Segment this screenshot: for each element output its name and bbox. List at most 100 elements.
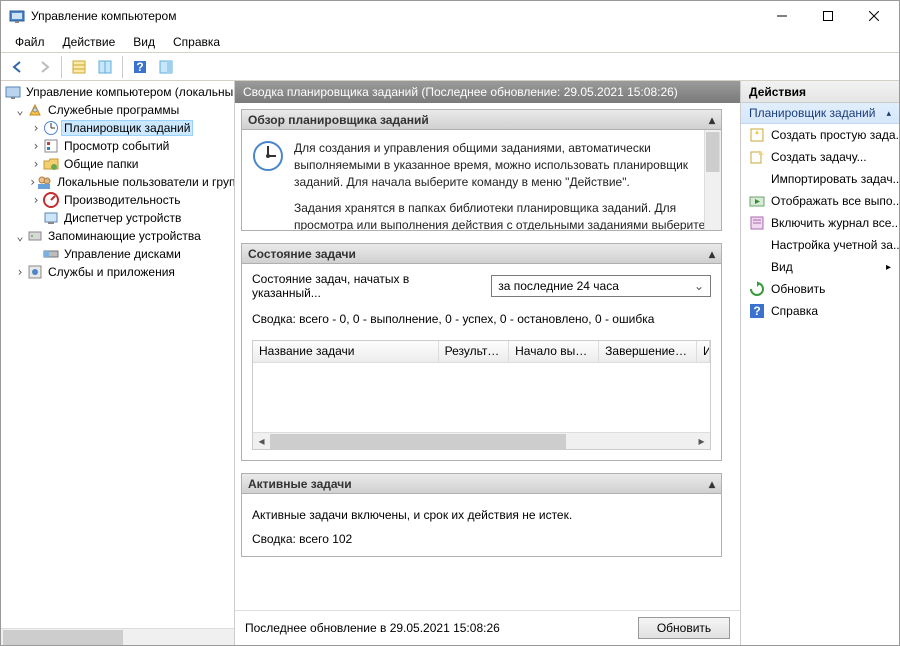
collapse-icon[interactable]: ▴ — [709, 477, 715, 491]
action-create-task[interactable]: Создать задачу... — [741, 146, 899, 168]
status-period-select[interactable]: за последние 24 часа ⌄ — [491, 275, 711, 297]
twisty-expanded-icon[interactable]: ⌄ — [13, 229, 27, 243]
scroll-right-icon[interactable]: ▸ — [693, 434, 710, 449]
tree-scheduler[interactable]: › Планировщик заданий — [1, 119, 234, 137]
action-refresh[interactable]: Обновить — [741, 278, 899, 300]
view-icon — [749, 259, 765, 275]
twisty-expanded-icon[interactable]: ⌄ — [13, 103, 27, 117]
col-end[interactable]: Завершение в... — [599, 341, 697, 362]
action-show-running[interactable]: Отображать все выпо... — [741, 190, 899, 212]
overview-vscrollbar[interactable] — [704, 130, 721, 230]
svg-text:?: ? — [753, 304, 760, 318]
tb-back-icon[interactable] — [7, 56, 29, 78]
tree-utilities[interactable]: ⌄ Служебные программы — [1, 101, 234, 119]
twisty-collapsed-icon[interactable]: › — [29, 157, 43, 171]
overview-panel-header[interactable]: Обзор планировщика заданий ▴ — [242, 110, 721, 130]
menu-view[interactable]: Вид — [125, 33, 163, 51]
overview-panel: Обзор планировщика заданий ▴ Для создани… — [241, 109, 722, 231]
refresh-button[interactable]: Обновить — [638, 617, 730, 639]
chevron-down-icon: ⌄ — [694, 279, 704, 293]
scroll-left-icon[interactable]: ◂ — [253, 434, 270, 449]
action-enable-history[interactable]: Включить журнал все... — [741, 212, 899, 234]
new-task-icon — [749, 149, 765, 165]
table-header: Название задачи Результат... Начало выпо… — [253, 341, 710, 363]
active-panel-header[interactable]: Активные задачи ▴ — [242, 474, 721, 494]
action-help[interactable]: ? Справка — [741, 300, 899, 322]
action-create-basic[interactable]: Создать простую зада... — [741, 124, 899, 146]
overview-text: Для создания и управления общими задания… — [294, 140, 711, 220]
tree-hscrollbar[interactable] — [1, 628, 234, 645]
maximize-button[interactable] — [805, 2, 851, 30]
twisty-collapsed-icon[interactable]: › — [29, 139, 43, 153]
content-body[interactable]: Обзор планировщика заданий ▴ Для создани… — [235, 103, 740, 610]
table-hscrollbar[interactable]: ◂ ▸ — [253, 432, 710, 449]
minimize-button[interactable] — [759, 2, 805, 30]
twisty-collapsed-icon[interactable]: › — [29, 121, 43, 135]
tree-diskmgmt[interactable]: Управление дисками — [1, 245, 234, 263]
action-at-config[interactable]: Настройка учетной за... — [741, 234, 899, 256]
status-panel-header[interactable]: Состояние задачи ▴ — [242, 244, 721, 264]
tb-separator — [61, 56, 62, 78]
content-footer: Последнее обновление в 29.05.2021 15:08:… — [235, 610, 740, 645]
menubar: Файл Действие Вид Справка — [1, 31, 899, 53]
tb-separator — [122, 56, 123, 78]
tree-devicemgr[interactable]: Диспетчер устройств — [1, 209, 234, 227]
menu-action[interactable]: Действие — [55, 33, 124, 51]
col-name[interactable]: Название задачи — [253, 341, 439, 362]
nav-tree[interactable]: Управление компьютером (локальным ⌄ Служ… — [1, 81, 235, 645]
app-window: Управление компьютером Файл Действие Вид… — [0, 0, 900, 646]
action-import-task[interactable]: Импортировать задач... — [741, 168, 899, 190]
status-table[interactable]: Название задачи Результат... Начало выпо… — [252, 340, 711, 450]
tb-forward-icon[interactable] — [33, 56, 55, 78]
chevron-right-icon: ▸ — [886, 262, 891, 273]
action-view[interactable]: Вид ▸ — [741, 256, 899, 278]
help-icon: ? — [749, 303, 765, 319]
col-start[interactable]: Начало выпо... — [509, 341, 599, 362]
col-result[interactable]: Результат... — [439, 341, 510, 362]
active-panel: Активные задачи ▴ Активные задачи включе… — [241, 473, 722, 557]
refresh-icon — [749, 281, 765, 297]
tb-table-icon[interactable] — [68, 56, 90, 78]
tree-services[interactable]: › Службы и приложения — [1, 263, 234, 281]
content-pane: Сводка планировщика заданий (Последнее о… — [235, 81, 741, 645]
clock-icon — [252, 140, 284, 220]
tb-columns-icon[interactable] — [94, 56, 116, 78]
tree-eventviewer[interactable]: › Просмотр событий — [1, 137, 234, 155]
twisty-collapsed-icon[interactable]: › — [29, 193, 43, 207]
tree-sharedfolders[interactable]: › Общие папки — [1, 155, 234, 173]
app-icon — [9, 8, 25, 24]
actions-header: Действия — [741, 81, 899, 103]
collapse-icon: ▴ — [886, 108, 891, 119]
collapse-icon[interactable]: ▴ — [709, 113, 715, 127]
import-icon — [749, 171, 765, 187]
svg-text:?: ? — [136, 60, 143, 74]
content-header: Сводка планировщика заданий (Последнее о… — [235, 81, 740, 103]
running-icon — [749, 193, 765, 209]
menu-file[interactable]: Файл — [7, 33, 53, 51]
config-icon — [749, 237, 765, 253]
tree-storage[interactable]: ⌄ Запоминающие устройства — [1, 227, 234, 245]
last-update-text: Последнее обновление в 29.05.2021 15:08:… — [245, 621, 500, 635]
window-title: Управление компьютером — [31, 9, 176, 23]
status-panel: Состояние задачи ▴ Состояние задач, нача… — [241, 243, 722, 461]
twisty-collapsed-icon[interactable]: › — [13, 265, 27, 279]
toolbar: ? — [1, 53, 899, 81]
col-idx[interactable]: И — [697, 341, 710, 362]
wizard-icon — [749, 127, 765, 143]
status-label: Состояние задач, начатых в указанный... — [252, 272, 481, 300]
tb-help-icon[interactable]: ? — [129, 56, 151, 78]
collapse-icon[interactable]: ▴ — [709, 247, 715, 261]
titlebar: Управление компьютером — [1, 1, 899, 31]
actions-section[interactable]: Планировщик заданий ▴ — [741, 103, 899, 124]
menu-help[interactable]: Справка — [165, 33, 228, 51]
active-summary: Сводка: всего 102 — [242, 526, 721, 556]
tree-localusers[interactable]: › Локальные пользователи и группы — [1, 173, 234, 191]
tree-root[interactable]: Управление компьютером (локальным — [1, 83, 234, 101]
tb-panel-icon[interactable] — [155, 56, 177, 78]
history-icon — [749, 215, 765, 231]
tree-performance[interactable]: › Производительность — [1, 191, 234, 209]
twisty-collapsed-icon[interactable]: › — [29, 175, 36, 189]
close-button[interactable] — [851, 2, 897, 30]
actions-pane: Действия Планировщик заданий ▴ Создать п… — [741, 81, 899, 645]
status-summary: Сводка: всего - 0, 0 - выполнение, 0 - у… — [242, 308, 721, 336]
